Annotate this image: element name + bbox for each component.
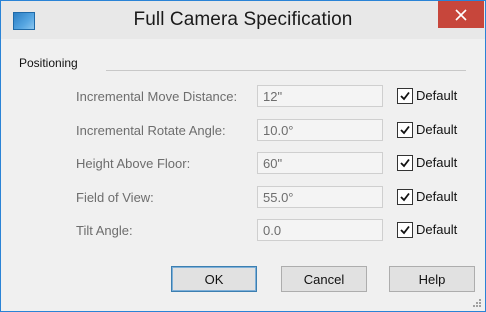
default-checkbox-label[interactable]: Default [416, 155, 457, 170]
default-checkbox-label[interactable]: Default [416, 122, 457, 137]
dialog-title: Full Camera Specification [133, 9, 353, 30]
default-checkbox-label[interactable]: Default [416, 189, 457, 204]
help-button[interactable]: Help [389, 266, 475, 292]
default-checkbox[interactable] [397, 189, 413, 205]
field-label: Incremental Rotate Angle: [76, 123, 226, 138]
dialog-content: Positioning Incremental Move Distance: 1… [9, 39, 477, 303]
field-label: Field of View: [76, 190, 154, 205]
row-incremental-rotate-angle: Incremental Rotate Angle: 10.0° Default [9, 119, 477, 143]
field-of-view-field[interactable]: 55.0° [257, 186, 383, 208]
dialog-window: Full Camera Specification Positioning In… [0, 0, 486, 312]
default-checkbox[interactable] [397, 88, 413, 104]
cancel-button[interactable]: Cancel [281, 266, 367, 292]
default-checkbox-label[interactable]: Default [416, 88, 457, 103]
row-height-above-floor: Height Above Floor: 60" Default [9, 152, 477, 176]
default-checkbox[interactable] [397, 122, 413, 138]
resize-grip-icon[interactable] [472, 298, 482, 308]
default-checkbox[interactable] [397, 222, 413, 238]
checkmark-icon [400, 91, 410, 101]
height-above-floor-field[interactable]: 60" [257, 152, 383, 174]
default-checkbox-label[interactable]: Default [416, 222, 457, 237]
field-label: Height Above Floor: [76, 156, 191, 171]
row-incremental-move-distance: Incremental Move Distance: 12" Default [9, 85, 477, 109]
default-checkbox[interactable] [397, 155, 413, 171]
incremental-rotate-angle-field[interactable]: 10.0° [257, 119, 383, 141]
close-icon [455, 8, 467, 21]
checkmark-icon [400, 192, 410, 202]
checkmark-icon [400, 125, 410, 135]
ok-button[interactable]: OK [171, 266, 257, 292]
field-label: Incremental Move Distance: [76, 89, 238, 104]
group-title-positioning: Positioning [19, 56, 82, 70]
tilt-angle-field[interactable]: 0.0 [257, 219, 383, 241]
checkmark-icon [400, 225, 410, 235]
row-tilt-angle: Tilt Angle: 0.0 Default [9, 219, 477, 243]
title-bar[interactable]: Full Camera Specification [1, 1, 485, 39]
group-divider [106, 70, 466, 71]
incremental-move-distance-field[interactable]: 12" [257, 85, 383, 107]
row-field-of-view: Field of View: 55.0° Default [9, 186, 477, 210]
field-label: Tilt Angle: [76, 223, 133, 238]
checkmark-icon [400, 158, 410, 168]
close-button[interactable] [438, 1, 484, 28]
